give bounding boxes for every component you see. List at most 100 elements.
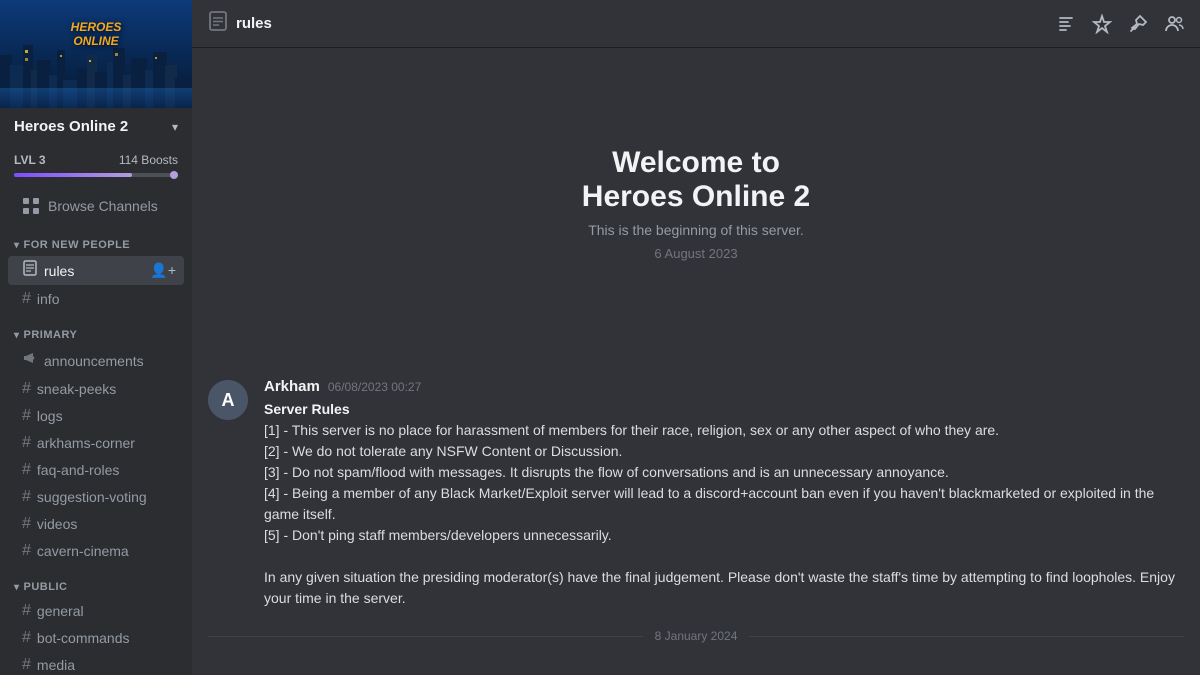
channel-sneak-peeks-icon: # [22, 380, 31, 398]
main-content: rules [192, 0, 1200, 675]
top-bar: rules [192, 0, 1200, 48]
boost-bar-bg [14, 173, 178, 177]
date-divider: 8 January 2024 [192, 621, 1200, 651]
server-dropdown-icon: ▾ [172, 120, 178, 134]
channel-sidebar: HEROESONLINE Heroes Online 2 ▾ LVL 3 114… [0, 0, 192, 675]
message-text: Server Rules [1] - This server is no pla… [264, 399, 1184, 609]
welcome-date: 6 August 2023 [654, 246, 737, 261]
message-bold-text: Server Rules [264, 401, 350, 417]
channel-arkhams-corner[interactable]: # arkhams-corner [8, 430, 184, 456]
category-public[interactable]: ▾ PUBLIC [0, 565, 192, 597]
svg-text:A: A [222, 390, 235, 410]
server-name: Heroes Online 2 [14, 118, 128, 135]
channel-sneak-peeks[interactable]: # sneak-peeks [8, 376, 184, 402]
boost-indicator [170, 171, 178, 179]
channel-bot-commands-label: bot-commands [37, 630, 176, 646]
channel-media-icon: # [22, 656, 31, 674]
rule-1: [1] - This server is no place for harass… [264, 422, 999, 438]
boosts-text[interactable]: 114 Boosts [119, 153, 178, 167]
category-for-new-people[interactable]: ▾ FOR NEW PEOPLE [0, 223, 192, 255]
channel-announcements[interactable]: announcements [8, 346, 184, 375]
boost-bar-fill [14, 173, 132, 177]
message-timestamp: 06/08/2023 00:27 [328, 380, 421, 394]
messages-list: A Arkham 06/08/2023 00:27 Server Rules [… [192, 358, 1200, 675]
category-primary[interactable]: ▾ PRIMARY [0, 313, 192, 345]
server-banner-image: HEROESONLINE [0, 0, 192, 108]
category-chevron-2: ▾ [14, 330, 20, 341]
channel-sneak-peeks-label: sneak-peeks [37, 381, 176, 397]
channel-bot-commands-icon: # [22, 629, 31, 647]
channel-announcements-icon [22, 350, 38, 371]
date-divider-line-right [749, 636, 1184, 637]
channel-arkhams-corner-label: arkhams-corner [37, 435, 176, 451]
boost-info: LVL 3 114 Boosts [14, 153, 178, 167]
messages-area: Welcome to Heroes Online 2 This is the b… [192, 48, 1200, 675]
channel-videos[interactable]: # videos [8, 511, 184, 537]
date-divider-line-left [208, 636, 643, 637]
browse-channels-icon [22, 197, 40, 215]
server-name-row[interactable]: Heroes Online 2 ▾ [0, 108, 192, 145]
category-chevron-3: ▾ [14, 582, 20, 593]
message-row: A Arkham 06/08/2023 00:27 Server Rules [… [192, 374, 1200, 613]
channel-suggestion-label: suggestion-voting [37, 489, 176, 505]
channel-faq-and-roles[interactable]: # faq-and-roles [8, 457, 184, 483]
channel-name-header: rules [236, 15, 272, 32]
channel-rules[interactable]: rules 👤+ [8, 256, 184, 285]
channel-rules-icon [22, 260, 38, 281]
channel-general-label: general [37, 603, 176, 619]
channel-rules-label: rules [44, 263, 150, 279]
channel-info-label: info [37, 291, 176, 307]
pin-icon[interactable] [1128, 14, 1148, 34]
channel-suggestion-voting[interactable]: # suggestion-voting [8, 484, 184, 510]
channel-bot-commands[interactable]: # bot-commands [8, 625, 184, 651]
category-label-3: PUBLIC [24, 581, 68, 593]
members-icon[interactable] [1164, 14, 1184, 34]
top-bar-left: rules [208, 11, 272, 36]
channel-faq-icon: # [22, 461, 31, 479]
channel-videos-label: videos [37, 516, 176, 532]
category-chevron: ▾ [14, 240, 20, 251]
rule-5: [5] - Don't ping staff members/developer… [264, 527, 612, 543]
server-banner: HEROESONLINE [0, 0, 192, 108]
rule-3: [3] - Do not spam/flood with messages. I… [264, 464, 949, 480]
message-author: Arkham [264, 378, 320, 395]
channel-general[interactable]: # general [8, 598, 184, 624]
message-header: Arkham 06/08/2023 00:27 [264, 378, 1184, 395]
level-text: LVL 3 [14, 153, 46, 167]
channel-info-icon: # [22, 290, 31, 308]
category-label-2: PRIMARY [24, 329, 78, 341]
channel-announcements-label: announcements [44, 353, 176, 369]
welcome-title: Welcome to Heroes Online 2 [582, 146, 810, 214]
channel-general-icon: # [22, 602, 31, 620]
add-member-icon[interactable]: 👤+ [150, 262, 176, 279]
welcome-subtitle: This is the beginning of this server. [588, 222, 804, 238]
rule-footer: In any given situation the presiding mod… [264, 569, 1175, 606]
browse-channels-label: Browse Channels [48, 198, 158, 214]
channel-faq-label: faq-and-roles [37, 462, 176, 478]
channel-logs[interactable]: # logs [8, 403, 184, 429]
threads-icon[interactable] [1056, 14, 1076, 34]
channel-media[interactable]: # media [8, 652, 184, 675]
channel-cavern-cinema-icon: # [22, 542, 31, 560]
channel-videos-icon: # [22, 515, 31, 533]
date-divider-text: 8 January 2024 [643, 629, 750, 643]
channel-logs-label: logs [37, 408, 176, 424]
channel-cavern-cinema[interactable]: # cavern-cinema [8, 538, 184, 564]
category-label: FOR NEW PEOPLE [24, 239, 131, 251]
message-content: Arkham 06/08/2023 00:27 Server Rules [1]… [264, 378, 1184, 609]
channel-media-label: media [37, 657, 176, 673]
channel-cavern-cinema-label: cavern-cinema [37, 543, 176, 559]
channel-header-icon [208, 11, 228, 36]
top-bar-right [1056, 14, 1184, 34]
banner-title: HEROESONLINE [0, 20, 192, 49]
rule-4: [4] - Being a member of any Black Market… [264, 485, 1154, 522]
rule-2: [2] - We do not tolerate any NSFW Conten… [264, 443, 622, 459]
channel-list: ▾ FOR NEW PEOPLE rules 👤+ # info ▾ PRIMA… [0, 223, 192, 675]
avatar: A [208, 380, 248, 420]
welcome-section: Welcome to Heroes Online 2 This is the b… [192, 48, 1200, 358]
favorites-icon[interactable] [1092, 14, 1112, 34]
channel-arkhams-corner-icon: # [22, 434, 31, 452]
browse-channels-button[interactable]: Browse Channels [8, 189, 184, 223]
channel-suggestion-icon: # [22, 488, 31, 506]
channel-info[interactable]: # info [8, 286, 184, 312]
